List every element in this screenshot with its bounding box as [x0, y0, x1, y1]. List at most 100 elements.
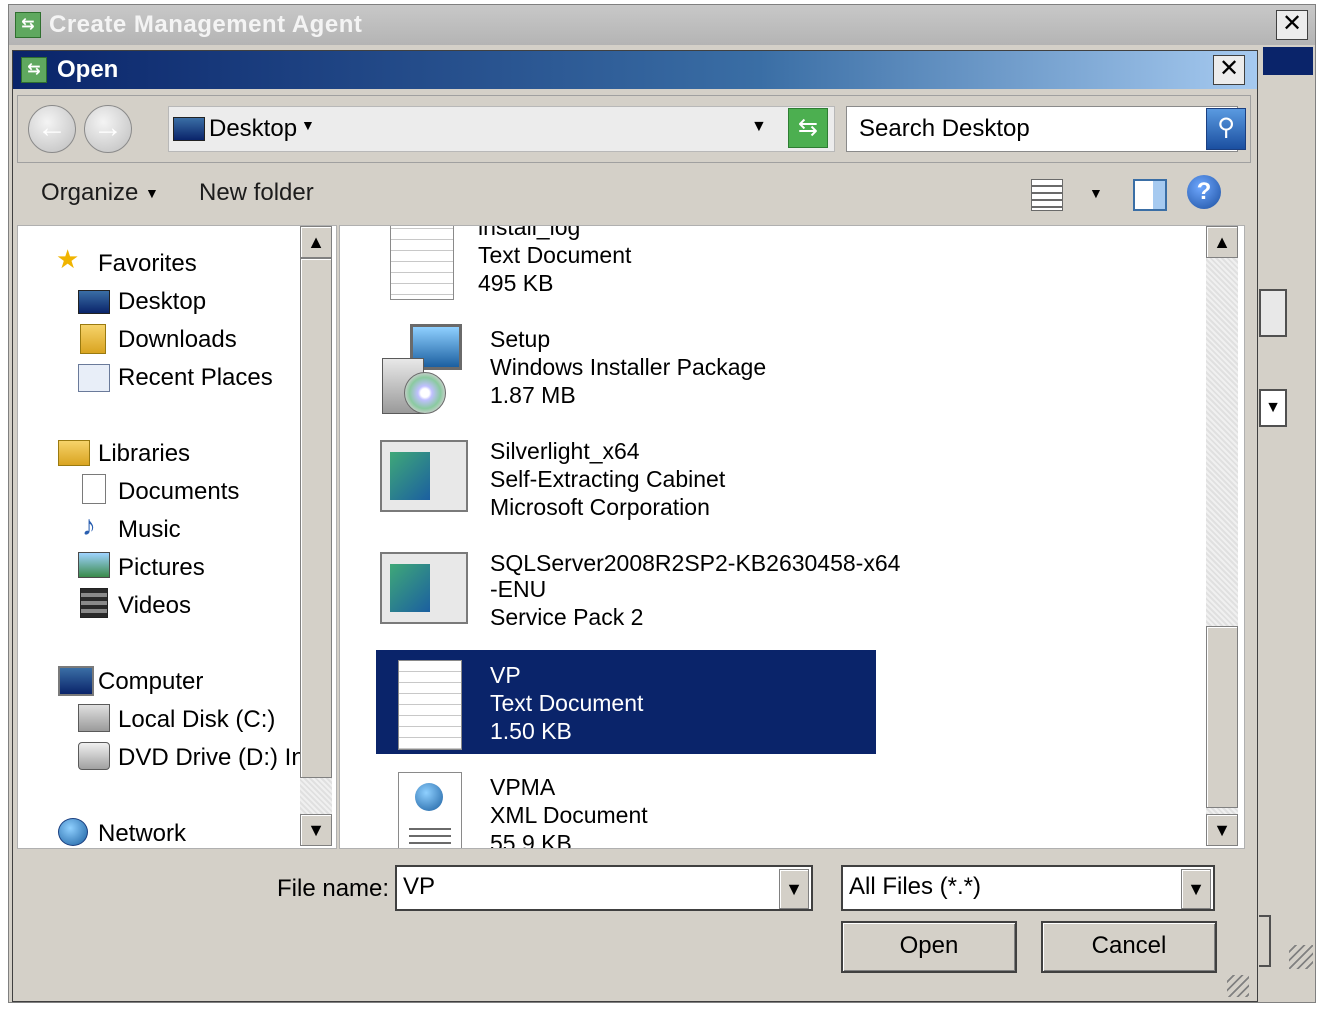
navigation-pane: ★ Favorites Desktop Downloads Recent Pla…	[17, 225, 337, 849]
file-type-select[interactable]: All Files (*.*) ▼	[841, 865, 1215, 911]
file-scroll-thumb[interactable]	[1206, 626, 1238, 808]
file-company: Microsoft Corporation	[490, 494, 710, 520]
file-scroll-up-button[interactable]: ▲	[1206, 226, 1238, 258]
outer-background-button-edge	[1259, 915, 1271, 967]
file-item-vpma[interactable]: VPMA XML Document 55.9 KB	[364, 762, 864, 849]
dialog-title: Open	[57, 56, 119, 83]
nav-scrollbar[interactable]: ▲ ▼	[300, 226, 332, 846]
nav-computer[interactable]: Computer	[98, 668, 203, 696]
nav-favorites[interactable]: Favorites	[98, 250, 197, 278]
nav-music[interactable]: Music	[118, 516, 181, 544]
file-item-vp[interactable]: VP Text Document 1.50 KB	[376, 650, 876, 754]
executable-icon	[380, 552, 468, 624]
file-item-install-log[interactable]: install_log Text Document 495 KB	[364, 226, 864, 306]
file-item-sqlserver[interactable]: SQLServer2008R2SP2-KB2630458-x64 -ENU Se…	[364, 538, 900, 642]
outer-background-button	[1259, 289, 1287, 337]
search-box[interactable]: Search Desktop	[846, 106, 1238, 152]
help-icon[interactable]: ?	[1187, 175, 1221, 209]
address-bar[interactable]: Desktop ▼ ▼	[168, 106, 835, 152]
nav-libraries[interactable]: Libraries	[98, 440, 190, 468]
search-icon: ⚲	[1217, 114, 1235, 141]
outer-window-title: Create Management Agent	[49, 11, 363, 38]
dialog-title-bar: ⇆ Open ✕	[13, 51, 1257, 89]
back-button[interactable]: ←	[28, 105, 76, 153]
forward-button[interactable]: →	[84, 105, 132, 153]
music-icon: ♪	[82, 510, 96, 541]
recent-places-icon	[78, 364, 110, 392]
dialog-close-button[interactable]: ✕	[1213, 55, 1245, 85]
local-disk-icon	[78, 704, 110, 732]
documents-icon	[82, 474, 106, 504]
outer-background-dropdown: ▼	[1259, 389, 1287, 427]
breadcrumb-desktop[interactable]: Desktop	[209, 115, 297, 143]
nav-scroll-up-button[interactable]: ▲	[300, 226, 332, 258]
file-name-input[interactable]: VP	[403, 873, 435, 901]
file-scroll-down-button[interactable]: ▼	[1206, 814, 1238, 846]
file-type: Text Document	[490, 690, 644, 716]
executable-icon-art	[390, 564, 430, 612]
text-document-icon	[398, 660, 462, 750]
forward-arrow-icon: →	[93, 111, 123, 144]
outer-close-button[interactable]: ✕	[1276, 10, 1308, 40]
organize-button[interactable]: Organize	[41, 179, 138, 207]
outer-resize-grip[interactable]	[1289, 945, 1313, 969]
file-size: 1.87 MB	[490, 382, 576, 408]
nav-scroll-thumb[interactable]	[300, 258, 332, 778]
breadcrumb-chevron-down-icon[interactable]: ▼	[301, 117, 315, 133]
search-button[interactable]: ⚲	[1206, 108, 1246, 150]
file-list-scrollbar[interactable]: ▲ ▼	[1206, 226, 1238, 846]
dialog-app-icon: ⇆	[21, 57, 47, 83]
new-folder-button[interactable]: New folder	[199, 179, 314, 207]
file-list-pane: install_log Text Document 495 KB Setup W…	[339, 225, 1245, 849]
installer-disc	[404, 372, 446, 414]
videos-icon	[80, 588, 108, 618]
nav-videos[interactable]: Videos	[118, 592, 191, 620]
nav-network[interactable]: Network	[98, 820, 186, 848]
downloads-folder-icon	[80, 324, 106, 354]
organize-chevron-down-icon[interactable]: ▼	[145, 185, 159, 201]
search-input[interactable]: Search Desktop	[859, 115, 1030, 143]
view-options-chevron-down-icon[interactable]: ▼	[1089, 185, 1103, 201]
nav-scroll-down-button[interactable]: ▼	[300, 814, 332, 846]
pictures-icon	[78, 552, 110, 578]
file-item-silverlight[interactable]: Silverlight_x64 Self-Extracting Cabinet …	[364, 426, 864, 530]
nav-pictures[interactable]: Pictures	[118, 554, 205, 582]
installer-package-icon	[382, 324, 462, 414]
file-item-setup[interactable]: Setup Windows Installer Package 1.87 MB	[364, 314, 864, 418]
file-type: Self-Extracting Cabinet	[490, 466, 726, 492]
open-button[interactable]: Open	[841, 921, 1017, 973]
desktop-icon	[78, 290, 110, 314]
network-icon	[58, 818, 88, 846]
text-document-icon	[390, 226, 454, 300]
change-view-icon[interactable]	[1031, 179, 1063, 211]
preview-pane-icon[interactable]	[1133, 179, 1167, 211]
command-toolbar: Organize ▼ New folder ▼ ?	[17, 167, 1249, 225]
nav-recent-places[interactable]: Recent Places	[118, 364, 273, 392]
nav-dvd-drive[interactable]: DVD Drive (D:) Inte	[118, 744, 302, 772]
file-description: Service Pack 2	[490, 604, 644, 630]
refresh-button[interactable]: ⇆	[788, 108, 828, 148]
file-size: 55.9 KB	[490, 830, 572, 849]
xml-globe-icon	[415, 783, 443, 811]
xml-lines	[409, 823, 451, 848]
nav-downloads[interactable]: Downloads	[118, 326, 237, 354]
file-name: Silverlight_x64	[490, 438, 640, 464]
file-size: 495 KB	[478, 270, 554, 296]
file-name: Setup	[490, 326, 551, 352]
nav-local-disk[interactable]: Local Disk (C:)	[118, 706, 275, 734]
dialog-resize-grip[interactable]	[1227, 975, 1249, 997]
cancel-button[interactable]: Cancel	[1041, 921, 1217, 973]
file-type: Windows Installer Package	[490, 354, 767, 380]
file-name-dropdown-icon[interactable]: ▼	[779, 869, 809, 909]
nav-documents[interactable]: Documents	[118, 478, 239, 506]
libraries-icon	[58, 440, 90, 466]
back-arrow-icon: ←	[37, 111, 67, 144]
favorites-star-icon: ★	[56, 244, 80, 274]
xml-document-icon	[398, 772, 462, 848]
file-name-combobox[interactable]: VP ▼	[395, 865, 813, 911]
address-history-dropdown-icon[interactable]: ▼	[751, 118, 767, 136]
file-type-dropdown-icon[interactable]: ▼	[1181, 869, 1211, 909]
nav-desktop[interactable]: Desktop	[118, 288, 206, 316]
file-name-continued: -ENU	[490, 576, 547, 602]
dvd-drive-icon	[78, 742, 110, 770]
